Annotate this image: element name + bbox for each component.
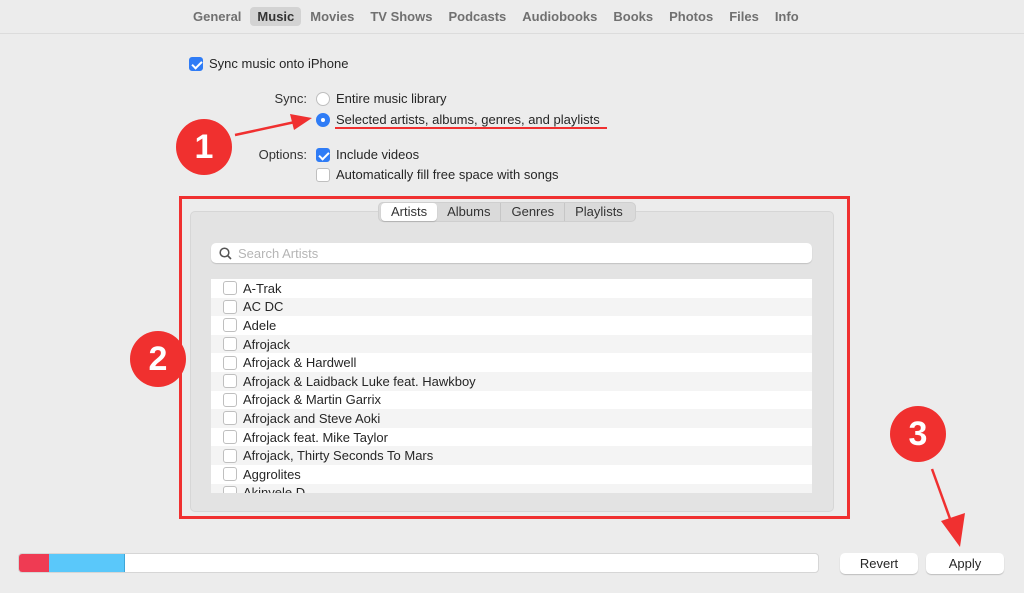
tab-files[interactable]: Files — [722, 7, 766, 26]
annotation-badge-2: 2 — [130, 331, 186, 387]
annotation-badge-3: 3 — [890, 406, 946, 462]
storage-segment-red — [19, 554, 49, 572]
selected-items-label: Selected artists, albums, genres, and pl… — [336, 112, 600, 127]
apply-button[interactable]: Apply — [926, 553, 1004, 574]
entire-library-radio[interactable] — [316, 91, 330, 106]
sync-music-checkbox[interactable] — [189, 56, 203, 71]
sync-option-selected[interactable]: Selected artists, albums, genres, and pl… — [316, 112, 600, 127]
annotation-box-2 — [179, 196, 850, 519]
tab-tv-shows[interactable]: TV Shows — [363, 7, 439, 26]
storage-segment-blue — [48, 554, 126, 572]
tab-photos[interactable]: Photos — [662, 7, 720, 26]
tab-music[interactable]: Music — [250, 7, 302, 26]
top-tab-bar: General Music Movies TV Shows Podcasts Audiob… — [0, 0, 1024, 34]
sync-label: Sync: — [274, 91, 307, 106]
tab-movies[interactable]: Movies — [303, 7, 361, 26]
sync-music-row[interactable]: Sync music onto iPhone — [189, 56, 348, 71]
autofill-checkbox[interactable] — [316, 167, 330, 182]
sync-option-entire[interactable]: Entire music library — [316, 91, 447, 106]
options-label: Options: — [258, 147, 307, 162]
entire-library-label: Entire music library — [336, 91, 447, 106]
tab-list: General Music Movies TV Shows Podcasts Audiob… — [186, 7, 806, 26]
tab-general[interactable]: General — [186, 7, 248, 26]
autofill-row[interactable]: Automatically fill free space with songs — [316, 167, 559, 182]
annotation-arrow-3 — [930, 468, 965, 547]
include-videos-row[interactable]: Include videos — [316, 147, 419, 162]
tab-info[interactable]: Info — [768, 7, 806, 26]
autofill-label: Automatically fill free space with songs — [336, 167, 559, 182]
annotation-arrow-1 — [234, 114, 312, 137]
revert-button[interactable]: Revert — [840, 553, 918, 574]
annotation-badge-1: 1 — [176, 119, 232, 175]
annotation-underline — [335, 127, 607, 129]
storage-bar — [18, 553, 819, 573]
include-videos-label: Include videos — [336, 147, 420, 162]
include-videos-checkbox[interactable] — [316, 147, 330, 162]
tab-books[interactable]: Books — [606, 7, 660, 26]
tab-podcasts[interactable]: Podcasts — [441, 7, 513, 26]
tab-audiobooks[interactable]: Audiobooks — [515, 7, 604, 26]
sync-music-label: Sync music onto iPhone — [209, 56, 349, 71]
